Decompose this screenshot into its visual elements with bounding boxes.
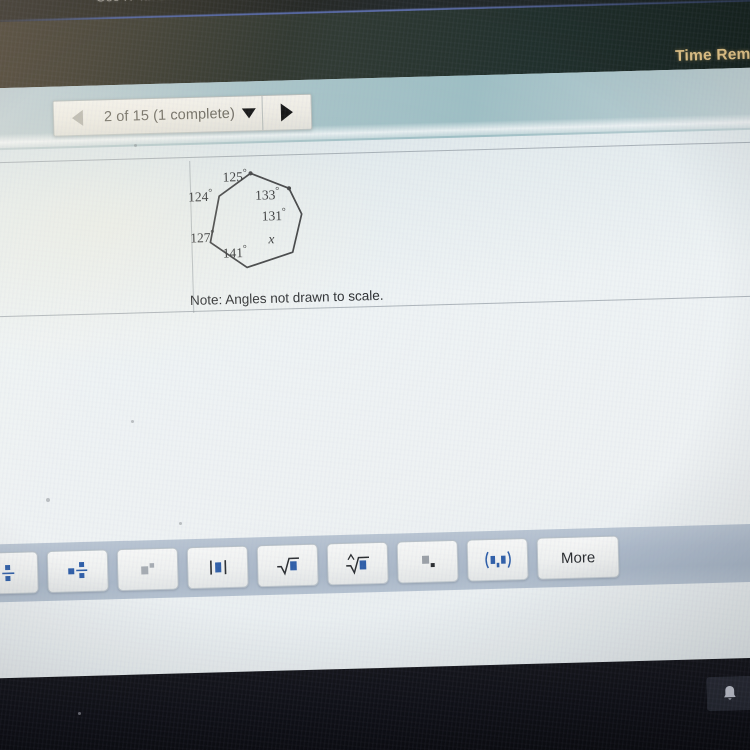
question-counter-dropdown[interactable]: 2 of 15 (1 complete): [100, 96, 263, 134]
angle-label-133: 133°: [254, 185, 280, 203]
mixed-number-icon: [67, 562, 87, 579]
angle-label-127: 127°: [190, 228, 215, 246]
notification-tray-button[interactable]: [706, 675, 750, 712]
time-remaining-label: Time Remain: [674, 45, 750, 65]
dust-speck: [131, 420, 134, 423]
partial-fraction-icon: [1, 565, 14, 582]
next-question-button[interactable]: [261, 94, 312, 131]
chevron-down-icon: [241, 108, 257, 119]
previous-question-button[interactable]: [54, 100, 101, 135]
dust-speck: [179, 522, 182, 525]
question-navigator[interactable]: 2 of 15 (1 complete): [52, 93, 313, 137]
photographed-screen: Geo H 4th Block Time Remain 2 of 15 (1 c…: [0, 0, 750, 750]
absolute-value-icon: [209, 560, 226, 575]
angle-label-131: 131°: [261, 206, 287, 224]
mixed-number-button[interactable]: [46, 549, 109, 593]
browser-tab-title[interactable]: Geo H 4th Block: [96, 0, 190, 4]
bell-icon: [724, 685, 736, 700]
nth-root-button[interactable]: [326, 541, 389, 586]
screenshot-root: Geo H 4th Block Time Remain 2 of 15 (1 c…: [0, 0, 750, 750]
dust-speck: [78, 712, 81, 715]
subscript-icon: [421, 555, 435, 568]
nth-root-icon: [346, 553, 369, 575]
more-button-label: More: [560, 548, 596, 567]
angle-label-125: 125°: [222, 167, 247, 185]
ordered-pair-icon: [484, 551, 511, 569]
angle-label-x: x: [268, 231, 275, 247]
triangle-right-icon: [280, 103, 294, 122]
question-counter-label: 2 of 15 (1 complete): [103, 105, 236, 126]
exponent-icon: [140, 563, 154, 575]
angle-label-124: 124°: [187, 187, 213, 205]
more-button[interactable]: More: [536, 535, 620, 580]
square-root-icon: [276, 557, 299, 576]
fraction-button[interactable]: [0, 551, 39, 595]
dust-speck: [46, 498, 50, 502]
angle-label-141: 141°: [222, 243, 247, 261]
heptagon-shape: [209, 171, 303, 269]
ordered-pair-button[interactable]: [466, 537, 529, 582]
dust-speck: [134, 144, 137, 147]
subscript-button[interactable]: [396, 539, 459, 584]
absolute-value-button[interactable]: [186, 545, 249, 590]
app-page: 2 of 15 (1 complete) 125° 133° 131° x 14…: [0, 67, 750, 750]
triangle-left-icon: [71, 109, 83, 127]
exponent-button[interactable]: [116, 547, 179, 592]
square-root-button[interactable]: [256, 543, 319, 588]
